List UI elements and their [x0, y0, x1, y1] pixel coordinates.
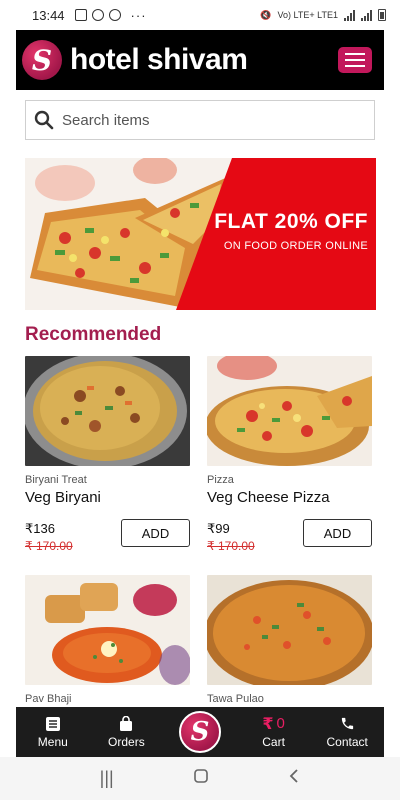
phone-icon [340, 716, 355, 732]
product-image[interactable] [25, 575, 190, 685]
gallery-icon [74, 9, 87, 21]
home-icon[interactable] [193, 768, 209, 789]
home-logo-button[interactable]: S [178, 711, 221, 753]
product-category: Pav Bhaji [25, 693, 72, 705]
app-header: S hotel shivam [16, 30, 384, 90]
nav-orders[interactable]: Orders [90, 707, 164, 757]
signal-icon [344, 9, 355, 21]
status-left: 13:44 ··· [32, 8, 147, 23]
notification-icons [74, 9, 121, 21]
pizza-image [207, 356, 372, 466]
nav-orders-label: Orders [108, 734, 145, 749]
price-row: ₹136 ₹ 170.00 ADD [25, 519, 190, 561]
pav-bhaji-image [25, 575, 190, 685]
add-to-cart-button[interactable]: ADD [303, 519, 372, 547]
product-price: ₹136 [25, 521, 55, 536]
product-category: Tawa Pulao [207, 693, 264, 705]
product-name: Veg Cheese Pizza [207, 489, 330, 506]
hamburger-line [345, 53, 365, 55]
shopping-bag-icon [119, 715, 133, 732]
recent-apps-icon[interactable]: ||| [100, 768, 114, 789]
cart-indicator: ₹ 0 [262, 715, 285, 733]
search-input[interactable] [62, 111, 362, 129]
app-notification-icon [91, 9, 104, 21]
banner-headline: FLAT 20% OFF [214, 210, 368, 233]
mute-icon: 🔇 [260, 9, 272, 20]
battery-icon [378, 9, 386, 21]
product-name: Veg Biryani [25, 489, 101, 506]
rupee-icon: ₹ [262, 715, 274, 733]
hamburger-menu-button[interactable] [338, 47, 372, 73]
status-right: 🔇 Vo) LTE+ LTE1 [260, 9, 386, 21]
biryani-image [25, 356, 190, 466]
system-navigation-bar: ||| [0, 757, 400, 800]
product-card[interactable]: Pizza Veg Cheese Pizza ₹99 ₹ 170.00 ADD [207, 356, 372, 561]
back-icon[interactable] [288, 768, 300, 789]
product-card[interactable]: Tawa Pulao [207, 575, 372, 705]
cart-count: 0 [276, 715, 285, 732]
add-to-cart-button[interactable]: ADD [121, 519, 190, 547]
app-notification-icon-2 [108, 9, 121, 21]
product-image[interactable] [25, 356, 190, 466]
menu-list-icon [45, 716, 60, 732]
product-card[interactable]: Pav Bhaji [25, 575, 190, 705]
nav-contact-label: Contact [326, 734, 368, 749]
network-label: Vo) LTE+ LTE1 [277, 10, 338, 20]
nav-cart[interactable]: ₹ 0 Cart [237, 707, 311, 757]
product-old-price: ₹ 170.00 [207, 539, 255, 553]
section-title: Recommended [25, 324, 162, 345]
status-time: 13:44 [32, 7, 65, 23]
nav-contact[interactable]: Contact [310, 707, 384, 757]
product-card[interactable]: Biryani Treat Veg Biryani ₹136 ₹ 170.00 … [25, 356, 190, 561]
brand-logo[interactable]: S [22, 40, 62, 80]
product-category: Biryani Treat [25, 474, 87, 486]
hamburger-line [345, 65, 365, 67]
price-row: ₹99 ₹ 170.00 ADD [207, 519, 372, 561]
promo-banner[interactable]: FLAT 20% OFF ON FOOD ORDER ONLINE [25, 158, 376, 310]
product-image[interactable] [207, 356, 372, 466]
search-bar[interactable] [25, 100, 375, 140]
search-icon [34, 110, 54, 130]
banner-subtext: ON FOOD ORDER ONLINE [223, 240, 368, 252]
product-price: ₹99 [207, 521, 230, 536]
bottom-navigation: Menu Orders S ₹ 0 Cart Contact [16, 707, 384, 757]
nav-menu[interactable]: Menu [16, 707, 90, 757]
product-old-price: ₹ 170.00 [25, 539, 73, 553]
hamburger-line [345, 59, 365, 61]
app-screen: 13:44 ··· 🔇 Vo) LTE+ LTE1 S hotel shivam [0, 0, 400, 800]
nav-home[interactable]: S [163, 711, 237, 753]
product-category: Pizza [207, 474, 234, 486]
nav-cart-label: Cart [262, 734, 285, 749]
tawa-pulao-image [207, 575, 372, 685]
signal-icon-2 [361, 9, 372, 21]
more-notifications-icon: ··· [130, 7, 147, 23]
brand-name: hotel shivam [70, 43, 248, 76]
status-bar: 13:44 ··· 🔇 Vo) LTE+ LTE1 [0, 0, 400, 30]
nav-menu-label: Menu [37, 734, 68, 749]
product-image[interactable] [207, 575, 372, 685]
